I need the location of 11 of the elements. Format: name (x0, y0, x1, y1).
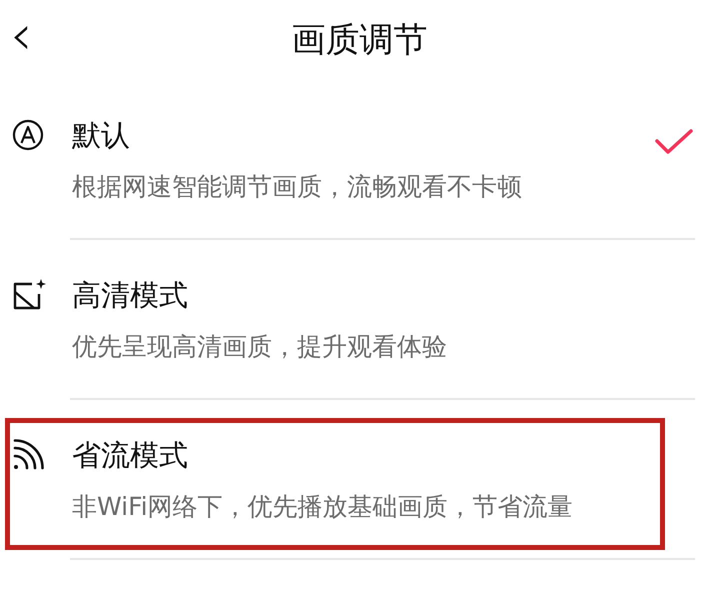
option-title[interactable]: 高清模式 (72, 278, 447, 312)
option-description: 优先呈现高清画质，提升观看体验 (72, 331, 447, 363)
signal-waves-icon (12, 439, 46, 471)
option-description: 非WiFi网络下，优先播放基础画质，节省流量 (72, 491, 573, 523)
option-description: 根据网速智能调节画质，流畅观看不卡顿 (72, 171, 522, 203)
page-title: 画质调节 (292, 20, 428, 60)
image-sparkle-icon (12, 278, 48, 312)
back-button[interactable]: ‹ (10, 8, 32, 64)
option-title[interactable]: 省流模式 (72, 438, 573, 472)
letter-circle-icon (12, 119, 44, 151)
option-title[interactable]: 默认 (72, 118, 522, 152)
